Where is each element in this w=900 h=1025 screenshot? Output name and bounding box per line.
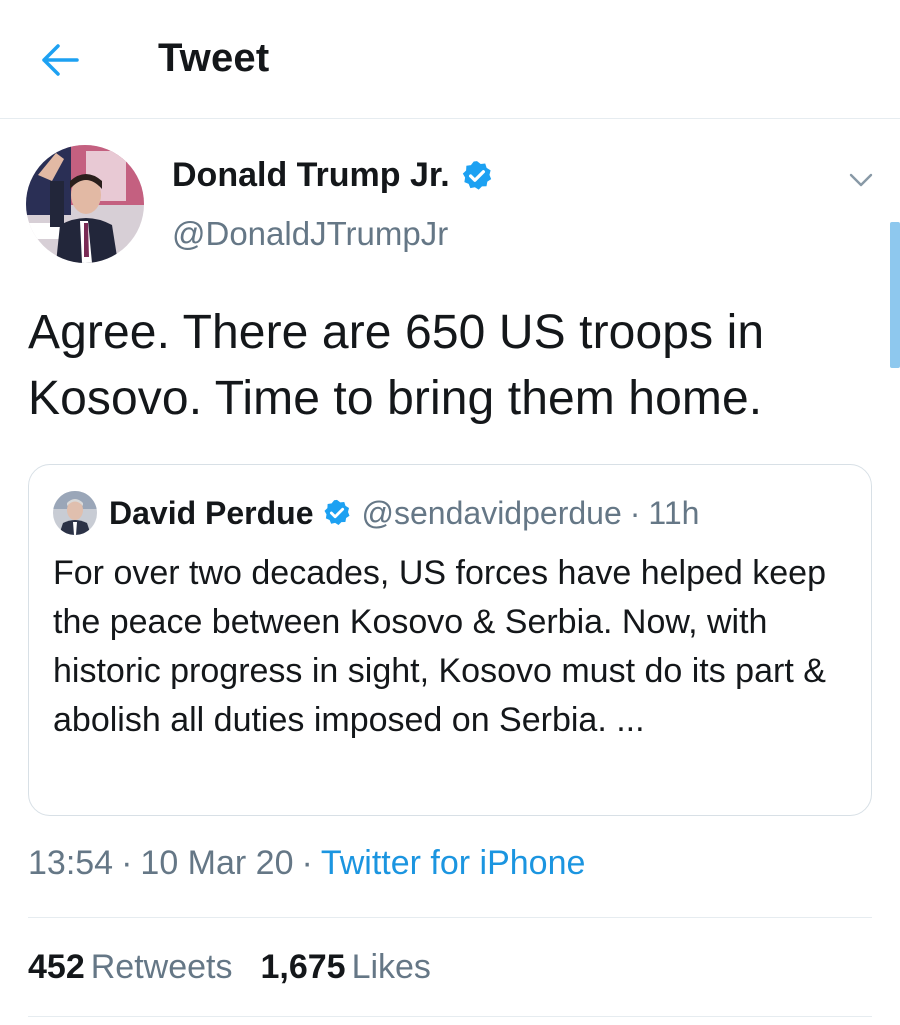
- likes-stat[interactable]: 1,675 Likes: [260, 948, 430, 986]
- top-bar: Tweet: [0, 0, 900, 119]
- quoted-author-avatar: [53, 491, 97, 535]
- author-name-text: Donald Trump Jr.: [172, 156, 450, 194]
- quoted-timestamp: 11h: [648, 494, 700, 531]
- separator-dot: ·: [301, 844, 313, 882]
- quoted-author-name: David Perdue: [109, 494, 314, 531]
- arrow-left-icon: [42, 44, 79, 76]
- likes-label: Likes: [351, 948, 431, 986]
- author-avatar[interactable]: [26, 145, 144, 263]
- separator-dot: ·: [121, 844, 133, 882]
- scrollbar[interactable]: [890, 222, 900, 368]
- tweet-text: Agree. There are 650 US troops in Kosovo…: [28, 306, 765, 425]
- quoted-author-handle: @sendavidperdue: [361, 494, 622, 531]
- quoted-tweet-header: David Perdue @sendavidperdue · 11h: [53, 491, 699, 535]
- quoted-tweet[interactable]: David Perdue @sendavidperdue · 11h For o…: [28, 464, 872, 816]
- quoted-tweet-text: For over two decades, US forces have hel…: [53, 554, 826, 739]
- likes-count: 1,675: [260, 948, 346, 986]
- verified-badge-icon: [462, 160, 491, 190]
- tweet-detail-page: Tweet Donald Trump Jr. @DonaldJTrumpJr A: [0, 0, 900, 1025]
- author-name[interactable]: Donald Trump Jr.: [172, 156, 494, 195]
- divider: [28, 1016, 872, 1017]
- divider: [28, 917, 872, 918]
- tweet-meta: 13:54 · 10 Mar 20 · Twitter for iPhone: [28, 844, 585, 883]
- tweet-time: 13:54: [28, 844, 114, 882]
- avatar-image: [26, 145, 144, 263]
- back-button[interactable]: [38, 38, 82, 82]
- tweet-date: 10 Mar 20: [140, 844, 294, 882]
- verified-badge-icon: [324, 499, 350, 525]
- retweets-label: Retweets: [90, 948, 233, 986]
- author-handle[interactable]: @DonaldJTrumpJr: [172, 215, 448, 253]
- retweets-count: 452: [28, 948, 85, 986]
- separator-dot: ·: [629, 494, 641, 531]
- tweet-source-link[interactable]: Twitter for iPhone: [321, 844, 586, 882]
- tweet-stats: 452 Retweets 1,675 Likes: [28, 948, 431, 987]
- chevron-down-icon[interactable]: [846, 165, 876, 195]
- page-title: Tweet: [158, 36, 270, 80]
- retweets-stat[interactable]: 452 Retweets: [28, 948, 232, 986]
